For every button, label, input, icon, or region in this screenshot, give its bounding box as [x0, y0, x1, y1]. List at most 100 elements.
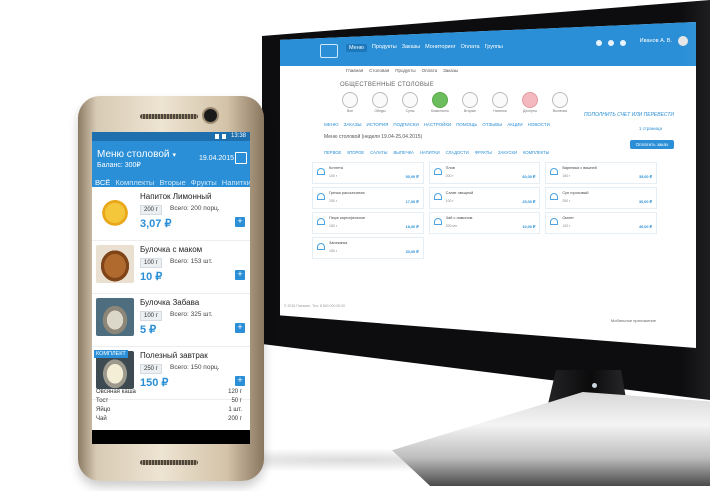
dish-card[interactable]: Запеканка 150 г 33,00 ₽ — [312, 237, 424, 259]
breadcrumb: Главная Столовая Продукты Оплата Заказы — [346, 68, 458, 73]
list-item[interactable]: Булочка с маком 100 г Всего: 153 шт. 10 ₽ + — [92, 241, 250, 294]
list-item[interactable]: Булочка Забава 100 г Всего: 325 шт. 5 ₽ + — [92, 294, 250, 347]
mobile-tab[interactable]: ВСЁ — [95, 178, 110, 187]
tab[interactable]: ИСТОРИЯ — [367, 122, 389, 127]
category-label: Напитки — [493, 109, 507, 113]
category-5[interactable]: Напитки — [490, 92, 510, 113]
footer-mobile-link[interactable]: Мобильное приложение — [611, 318, 656, 323]
tab[interactable]: НАСТРОЙКИ — [424, 122, 452, 127]
dish-weight: 200 г — [445, 174, 454, 178]
filter-link[interactable]: ЗАКУСКИ — [498, 150, 517, 155]
mobile-header: Меню столовой ▾ Баланс: 300₽ 19.04.2015 В… — [92, 141, 250, 196]
filter-link[interactable]: СЛАДОСТИ — [446, 150, 469, 155]
category-label: Вторые — [463, 109, 477, 113]
dish-card[interactable]: Чай с лимоном 200 мл 10,00 ₽ — [428, 212, 541, 234]
pay-order-button[interactable]: Оплатить заказ — [629, 140, 674, 149]
user-name[interactable]: Иванов А. В. — [640, 38, 672, 44]
tab[interactable]: МЕНЮ — [324, 122, 339, 127]
mobile-tab[interactable]: Вторые — [159, 178, 185, 187]
filter-link[interactable]: ПЕРВОЕ — [324, 150, 341, 155]
add-button[interactable]: + — [235, 376, 245, 386]
tab[interactable]: ЗАКАЗЫ — [344, 122, 362, 127]
breadcrumb-item[interactable]: Продукты — [395, 68, 415, 73]
category-7[interactable]: Выпечка — [550, 92, 570, 113]
topup-link[interactable]: ПОПОЛНИТЬ СЧЕТ ИЛИ ПЕРЕВЕСТИ — [584, 112, 674, 118]
dish-card[interactable]: Гречка рассыпчатая 150 г 17,00 ₽ — [312, 187, 424, 209]
filter-link[interactable]: ВЫПЕЧКА — [394, 150, 414, 155]
tab[interactable]: НОВОСТИ — [528, 122, 550, 127]
app-logo[interactable] — [320, 44, 338, 58]
menu-selector[interactable]: Меню столовой ▾ — [97, 149, 176, 160]
tab[interactable]: ПОМОЩЬ — [456, 122, 477, 127]
nav-item[interactable]: Продукты — [372, 44, 397, 52]
dish-card[interactable]: Плов 200 г 60,00 ₽ — [428, 162, 541, 184]
mobile-tab[interactable]: Напитки — [222, 178, 250, 187]
balance: Баланс: 300₽ — [97, 162, 141, 169]
category-icon — [462, 92, 478, 108]
add-button[interactable]: + — [235, 217, 245, 227]
tab[interactable]: ПОДПИСКИ — [393, 122, 418, 127]
filter-link[interactable]: ФРУКТЫ — [475, 150, 492, 155]
dish-card[interactable]: Омлет 120 г 40,00 ₽ — [545, 212, 657, 234]
dish-name: Плов — [445, 166, 455, 170]
category-1[interactable]: Обеды — [370, 92, 390, 113]
item-total: Всего: 150 порц. — [170, 364, 220, 371]
notification-icon[interactable] — [608, 40, 614, 46]
chevron-down-icon: ▾ — [172, 152, 176, 159]
category-4[interactable]: Вторые — [460, 92, 480, 113]
dish-card[interactable]: Салат овощной 100 г 25,00 ₽ — [428, 187, 541, 209]
add-button[interactable]: + — [235, 323, 245, 333]
category-0[interactable]: Все — [340, 92, 360, 113]
nav-item[interactable]: Оплата — [461, 44, 480, 52]
filter-link[interactable]: ВТОРОЕ — [347, 150, 364, 155]
filter-link[interactable]: НАПИТКИ — [420, 150, 440, 155]
breadcrumb-item[interactable]: Главная — [346, 68, 363, 73]
category-2[interactable]: Супы — [400, 92, 420, 113]
dish-card[interactable]: Пюре картофельное 150 г 18,00 ₽ — [312, 212, 424, 234]
dish-image — [96, 245, 134, 283]
tab[interactable]: АКЦИИ — [507, 122, 522, 127]
category-label: Комплекты — [431, 109, 449, 113]
dish-card[interactable]: Суп гороховый 250 г 30,00 ₽ — [545, 187, 657, 209]
mobile-tab[interactable]: Комплекты — [115, 178, 154, 187]
dish-name: Омлет — [562, 216, 574, 220]
component-weight: 50 г — [231, 398, 242, 404]
smartphone: 13:38 Меню столовой ▾ Баланс: 300₽ 19.04.… — [78, 96, 264, 481]
breadcrumb-item[interactable]: Столовая — [369, 68, 389, 73]
speaker-grille — [140, 460, 198, 465]
breadcrumb-item[interactable]: Заказы — [443, 68, 458, 73]
dish-name: Котлета — [329, 166, 343, 170]
item-total: Всего: 153 шт. — [170, 258, 213, 265]
calendar-icon[interactable] — [235, 152, 247, 164]
mobile-app-screen: 13:38 Меню столовой ▾ Баланс: 300₽ 19.04.… — [92, 132, 250, 430]
component-row: Овсяная каша 120 г — [96, 389, 246, 395]
component-name: Яйцо — [96, 407, 111, 413]
filter-link[interactable]: КОМПЛЕКТЫ — [523, 150, 549, 155]
dish-icon — [317, 218, 325, 225]
dish-price: 40,00 ₽ — [639, 225, 652, 229]
nav-item[interactable]: Мониторинг — [425, 44, 456, 52]
menu-date[interactable]: 19.04.2015 — [199, 155, 234, 162]
category-3[interactable]: Комплекты — [430, 92, 450, 113]
nav-item[interactable]: Меню — [346, 44, 367, 52]
nav-item[interactable]: Группы — [485, 44, 503, 52]
dish-icon — [317, 168, 325, 175]
cart-icon[interactable] — [596, 40, 602, 46]
dish-icon — [433, 193, 442, 200]
dish-price: 25,00 ₽ — [522, 200, 536, 204]
add-button[interactable]: + — [235, 270, 245, 280]
list-item[interactable]: Напиток Лимонный 200 г Всего: 200 порц. 3,0… — [92, 188, 250, 241]
category-6[interactable]: Десерты — [520, 92, 540, 113]
tab[interactable]: ОТЗЫВЫ — [482, 122, 502, 127]
dish-price: 60,00 ₽ — [522, 175, 536, 179]
settings-icon[interactable] — [620, 40, 626, 46]
dish-card[interactable]: Котлета 100 г 50,00 ₽ — [312, 162, 424, 184]
mobile-tab[interactable]: Фрукты — [191, 178, 217, 187]
nav-item[interactable]: Заказы — [402, 44, 420, 52]
breadcrumb-item[interactable]: Оплата — [422, 68, 437, 73]
item-name: Булочка с маком — [140, 245, 203, 254]
pagination[interactable]: 1 страница — [639, 126, 662, 131]
dish-card[interactable]: Вареники с вишней 150 г 35,00 ₽ — [545, 162, 657, 184]
dish-grid: Котлета 100 г 50,00 ₽ Плов 200 г 60,00 ₽ Варен… — [312, 162, 657, 259]
filter-link[interactable]: САЛАТЫ — [370, 150, 387, 155]
